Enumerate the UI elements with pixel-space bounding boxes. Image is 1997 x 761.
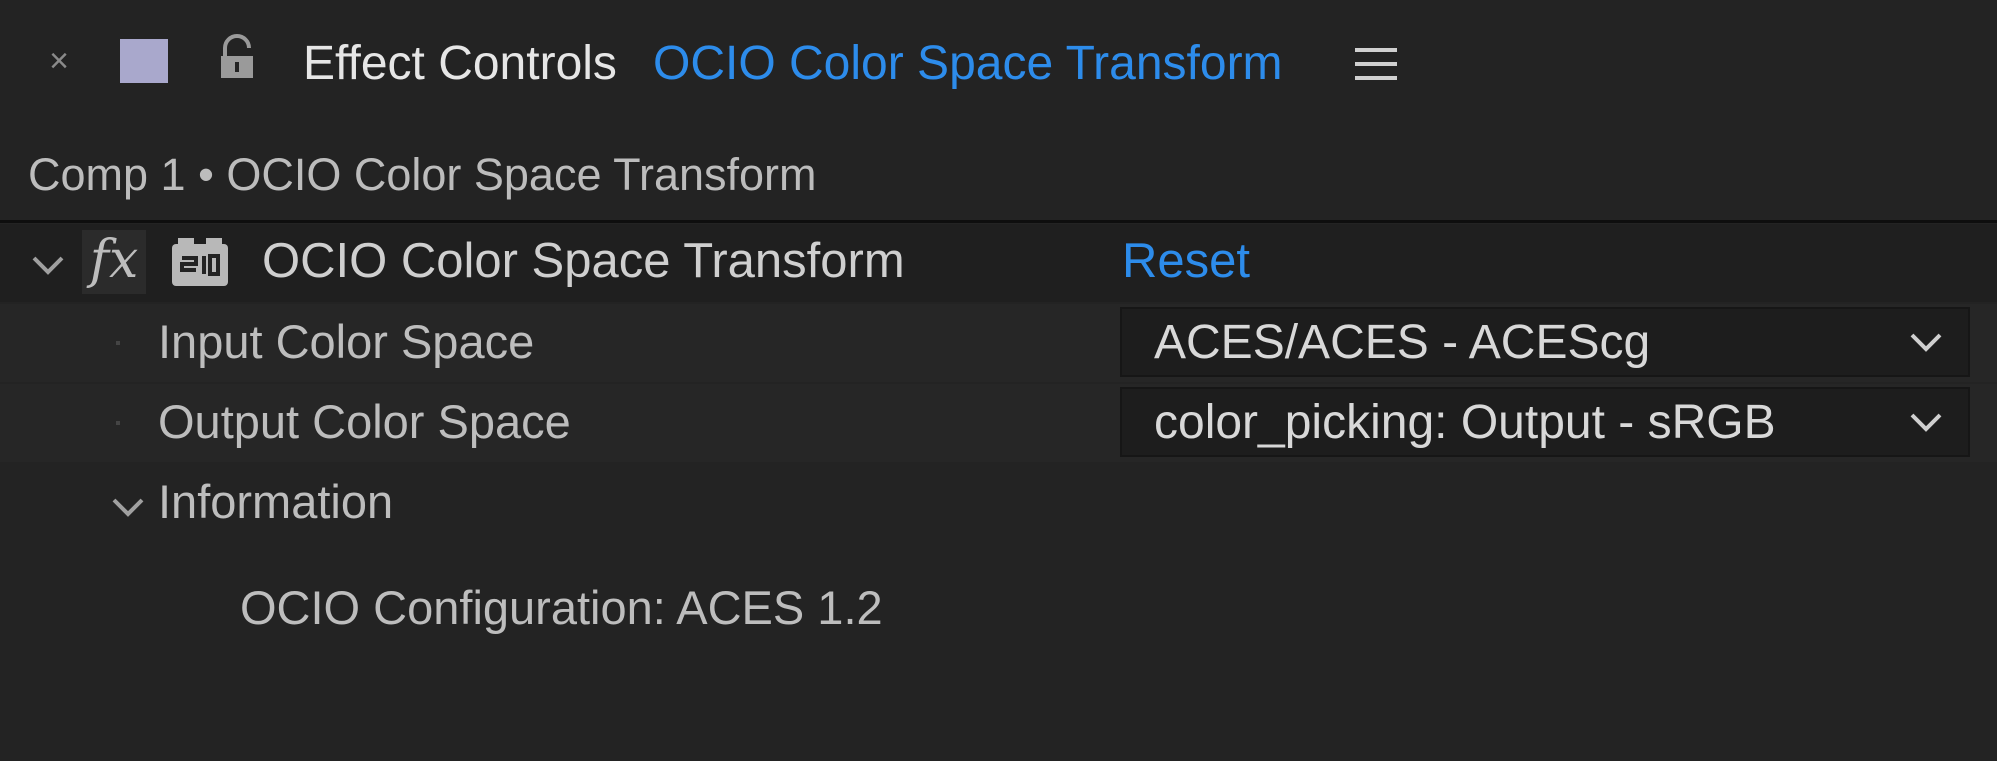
- ocio-configuration-text: OCIO Configuration: ACES 1.2: [240, 581, 883, 634]
- panel-title[interactable]: Effect Controls: [303, 34, 617, 94]
- dropdown-caret-icon: [1910, 413, 1942, 432]
- information-label: Information: [158, 475, 394, 528]
- effect-preset-icon[interactable]: [170, 236, 230, 288]
- lock-icon[interactable]: [215, 34, 259, 82]
- reset-button[interactable]: Reset: [1122, 230, 1250, 292]
- chevron-down-icon[interactable]: [28, 244, 68, 284]
- input-color-space-dropdown[interactable]: ACES/ACES - ACEScg: [1120, 307, 1970, 377]
- param-bullet: [116, 421, 120, 425]
- param-row-output-color-space: Output Color Space color_picking: Output…: [0, 384, 1997, 462]
- close-icon[interactable]: ×: [44, 44, 74, 78]
- panel-menu-icon[interactable]: [1355, 48, 1397, 88]
- param-label: Output Color Space: [158, 395, 571, 448]
- param-bullet: [116, 341, 120, 345]
- panel-layer-effect-title[interactable]: OCIO Color Space Transform: [653, 34, 1283, 94]
- effect-header-row[interactable]: fx OCIO Color Space Transform Reset: [0, 224, 1997, 302]
- effect-controls-panel: × Effect Controls OCIO Color Space Trans…: [0, 0, 1997, 761]
- breadcrumb: Comp 1 • OCIO Color Space Transform: [28, 149, 817, 200]
- param-label: Input Color Space: [158, 315, 535, 368]
- label-color-swatch[interactable]: [120, 39, 168, 83]
- divider: [0, 220, 1997, 223]
- dropdown-value: color_picking: Output - sRGB: [1154, 396, 1776, 449]
- fx-icon[interactable]: fx: [82, 230, 146, 294]
- panel-tab-bar: × Effect Controls OCIO Color Space Trans…: [0, 0, 1997, 130]
- dropdown-caret-icon: [1910, 333, 1942, 352]
- effect-name: OCIO Color Space Transform: [262, 234, 905, 288]
- output-color-space-dropdown[interactable]: color_picking: Output - sRGB: [1120, 387, 1970, 457]
- param-row-input-color-space: Input Color Space ACES/ACES - ACEScg: [0, 304, 1997, 382]
- chevron-down-icon[interactable]: [108, 486, 148, 526]
- information-group-header[interactable]: Information: [0, 464, 1997, 542]
- dropdown-value: ACES/ACES - ACEScg: [1154, 316, 1651, 369]
